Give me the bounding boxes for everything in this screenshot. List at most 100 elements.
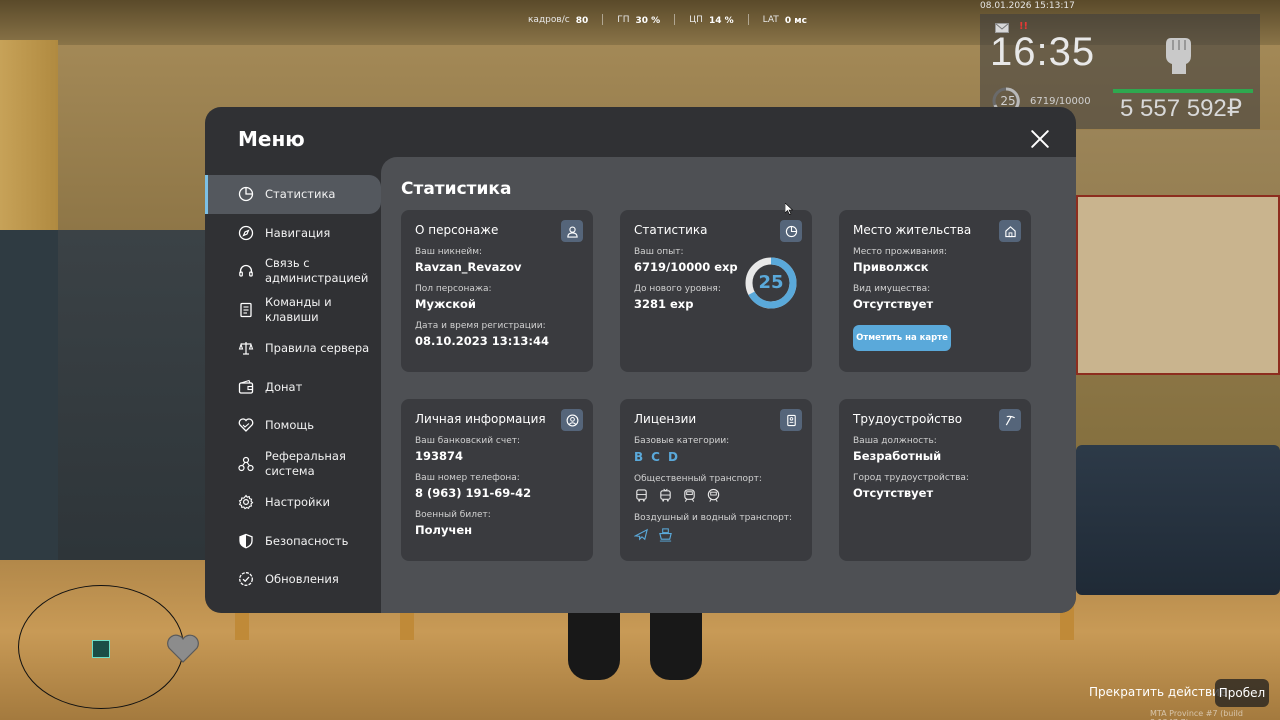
public-transport-icons (634, 488, 798, 503)
latency-label: LAT (762, 14, 779, 25)
close-icon[interactable] (1028, 127, 1052, 151)
job-city-value: Отсутствует (853, 486, 934, 500)
gpu-value: 30 % (635, 16, 661, 26)
mouse-cursor-icon (785, 203, 793, 215)
scales-icon (238, 342, 254, 355)
mark-on-map-button[interactable]: Отметить на карте (853, 325, 951, 351)
property-label: Вид имущества: (853, 284, 931, 294)
sidebar-item-referral[interactable]: Реферальная система (205, 445, 381, 484)
player-xp: 6719/10000 (1030, 96, 1091, 107)
military-id-value: Получен (415, 523, 473, 537)
nickname-label: Ваш никнейм: (415, 247, 483, 257)
system-datetime: 08.01.2026 15:13:17 (980, 1, 1075, 11)
handshake-heart-icon (238, 418, 254, 433)
sidebar-item-label: Донат (265, 379, 303, 394)
license-categories: B C D (634, 450, 798, 464)
scene-poster (1076, 195, 1280, 375)
license-category: B (634, 450, 644, 464)
user-icon (561, 220, 583, 242)
divider (674, 14, 676, 25)
sidebar-item-donate[interactable]: Донат (205, 368, 381, 407)
sidebar-item-commands[interactable]: Команды и клавиши (205, 291, 381, 330)
nickname-value: Ravzan_Revazov (415, 260, 522, 274)
position-label: Ваша должность: (853, 436, 937, 446)
fps-value: 80 (575, 16, 589, 26)
card-title: Трудоустройство (853, 412, 963, 426)
space-key-button[interactable]: Пробел (1215, 679, 1269, 707)
sidebar-item-updates[interactable]: Обновления (205, 560, 381, 599)
bank-account-label: Ваш банковский счет: (415, 436, 521, 446)
gpu-label: ГП (617, 14, 630, 25)
registration-value: 08.10.2023 13:13:44 (415, 334, 549, 348)
cancel-action-label: Прекратить действие (1089, 685, 1228, 699)
sidebar-item-label: Связь с администрацией (265, 256, 369, 286)
page-title: Статистика (401, 179, 512, 199)
id-card-icon (780, 409, 802, 431)
health-bar (1113, 89, 1253, 93)
job-city-label: Город трудоустройства: (853, 473, 969, 483)
trolleybus-icon (660, 488, 671, 502)
player-money: 5 557 592₽ (1120, 95, 1243, 122)
fps-stat: кадров/с 80 (528, 13, 589, 27)
plane-icon (634, 528, 648, 541)
sidebar-item-security[interactable]: Безопасность (205, 522, 381, 561)
bus-icon (636, 489, 647, 502)
fps-label: кадров/с (528, 14, 570, 25)
card-title: Место жительства (853, 223, 972, 237)
sidebar-item-label: Реферальная система (265, 448, 346, 478)
divider (747, 14, 749, 25)
cpu-value: 14 % (708, 16, 734, 26)
character-card: О персонаже Ваш никнейм: Ravzan_Revazov … (401, 210, 593, 372)
sidebar-item-navigation[interactable]: Навигация (205, 214, 381, 253)
level-number: 25 (758, 272, 784, 293)
card-title: Личная информация (415, 412, 546, 426)
sidebar-item-label: Команды и клавиши (265, 294, 332, 324)
referral-icon (238, 456, 254, 471)
stats-card: Статистика Ваш опыт: 6719/10000 exp До н… (620, 210, 812, 372)
registration-label: Дата и время регистрации: (415, 321, 546, 331)
military-id-label: Военный билет: (415, 510, 491, 520)
pie-chart-icon (780, 220, 802, 242)
sidebar-item-label: Обновления (265, 572, 339, 587)
license-category: D (667, 450, 678, 464)
public-transport-label: Общественный транспорт: (634, 474, 762, 484)
fist-icon (1166, 38, 1191, 74)
air-water-transport-label: Воздушный и водный транспорт: (634, 513, 793, 523)
modal-title: Меню (238, 127, 305, 151)
sidebar-item-label: Безопасность (265, 533, 349, 548)
sidebar-item-rules[interactable]: Правила сервера (205, 329, 381, 368)
statistics-panel: Статистика О персонаже Ваш никнейм: Ravz… (381, 157, 1076, 613)
phone-label: Ваш номер телефона: (415, 473, 520, 483)
cpu-stat: ЦП 14 % (689, 13, 734, 27)
sidebar-item-label: Статистика (265, 187, 336, 202)
menu-sidebar: Статистика Навигация Связь с администрац… (205, 175, 381, 599)
pickaxe-icon (999, 409, 1021, 431)
house-icon (999, 220, 1021, 242)
minimap-player-icon (92, 640, 110, 658)
sidebar-item-contact-admin[interactable]: Связь с администрацией (205, 252, 381, 291)
personal-info-card: Личная информация Ваш банковский счет: 1… (401, 399, 593, 561)
card-title: Статистика (634, 223, 708, 237)
pie-chart-icon (238, 187, 254, 202)
build-info: MTA Province #7 (build 8.1247.7) (1150, 709, 1243, 720)
scene-pillar-base (0, 230, 58, 590)
residence-place-label: Место проживания: (853, 247, 947, 257)
card-title: О персонаже (415, 223, 499, 237)
train-icon (684, 489, 695, 502)
licenses-card: Лицензии Базовые категории: B C D Общест… (620, 399, 812, 561)
employment-card: Трудоустройство Ваша должность: Безработ… (839, 399, 1031, 561)
wallet-icon (238, 379, 254, 394)
sidebar-item-label: Навигация (265, 225, 331, 240)
check-badge-icon (239, 572, 253, 587)
sidebar-item-label: Помощь (265, 418, 315, 433)
sidebar-item-help[interactable]: Помощь (205, 406, 381, 445)
gpu-stat: ГП 30 % (617, 13, 661, 27)
document-icon (240, 302, 252, 317)
game-clock: 16:35 (990, 30, 1096, 74)
sidebar-item-statistics[interactable]: Статистика (205, 175, 381, 214)
license-category: C (651, 450, 660, 464)
latency-value: 0 мс (784, 16, 807, 26)
boat-icon (659, 528, 672, 542)
sidebar-item-settings[interactable]: Настройки (205, 483, 381, 522)
heart-icon (167, 634, 199, 663)
